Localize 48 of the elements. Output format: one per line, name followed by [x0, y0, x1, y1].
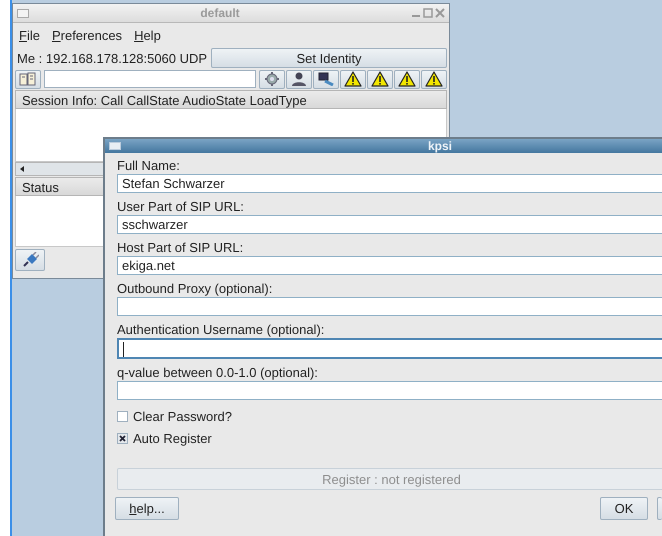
- warning-button[interactable]: [421, 70, 447, 88]
- contact-status-button[interactable]: [286, 70, 312, 88]
- field-label: q-value between 0.0-1.0 (optional):: [117, 364, 318, 381]
- close-icon[interactable]: [435, 8, 445, 18]
- field-label: Full Name:: [117, 157, 180, 174]
- book-icon: [19, 72, 37, 86]
- window-title: default: [199, 6, 241, 20]
- text-field[interactable]: [117, 381, 662, 400]
- checkbox-label[interactable]: Clear Password?: [133, 408, 232, 424]
- warning-icon: [344, 71, 362, 87]
- address-book-button[interactable]: [15, 70, 41, 88]
- warning-button[interactable]: [367, 70, 393, 88]
- gear-icon: [263, 72, 281, 86]
- field-label: User Part of SIP URL:: [117, 198, 244, 215]
- dialog-title: kpsi: [428, 139, 452, 153]
- warning-button[interactable]: [340, 70, 366, 88]
- network-status-button[interactable]: [259, 70, 285, 88]
- field-label: Outbound Proxy (optional):: [117, 280, 272, 297]
- address-field[interactable]: [44, 70, 256, 88]
- monitor-icon: [317, 72, 335, 86]
- maximize-icon[interactable]: [423, 8, 433, 18]
- device-status-button[interactable]: [313, 70, 339, 88]
- warning-icon: [371, 71, 389, 87]
- connect-button[interactable]: [15, 249, 45, 271]
- warning-icon: [398, 71, 416, 87]
- field-label: Authentication Username (optional):: [117, 321, 324, 338]
- ok-button[interactable]: OK: [600, 497, 648, 520]
- menu-item[interactable]: Preferences: [52, 28, 122, 42]
- address-label: Me : 192.168.178.128:5060 UDP: [17, 50, 208, 66]
- window-menu-icon[interactable]: [17, 8, 29, 18]
- plug-icon: [21, 252, 39, 268]
- warning-button[interactable]: [394, 70, 420, 88]
- text-field[interactable]: sschwarzer: [117, 215, 662, 234]
- checkbox[interactable]: [117, 432, 128, 444]
- help-button[interactable]: help...: [115, 497, 179, 520]
- field-label: Host Part of SIP URL:: [117, 239, 244, 256]
- warning-icon: [425, 71, 443, 87]
- text-field[interactable]: Stefan Schwarzer: [117, 174, 662, 193]
- menu-item[interactable]: Help: [134, 28, 161, 42]
- checkbox-label[interactable]: Auto Register: [133, 430, 212, 446]
- column-header[interactable]: Session Info: Call CallState AudioState LoadType: [15, 90, 447, 109]
- person-icon: [290, 72, 308, 86]
- set-identity-button[interactable]: Set Identity: [211, 48, 447, 68]
- text-field[interactable]: [117, 297, 662, 316]
- checkbox[interactable]: [117, 410, 128, 422]
- menu-item[interactable]: File: [19, 28, 40, 42]
- text-field[interactable]: [117, 338, 662, 359]
- text-field[interactable]: ekiga.net: [117, 256, 662, 275]
